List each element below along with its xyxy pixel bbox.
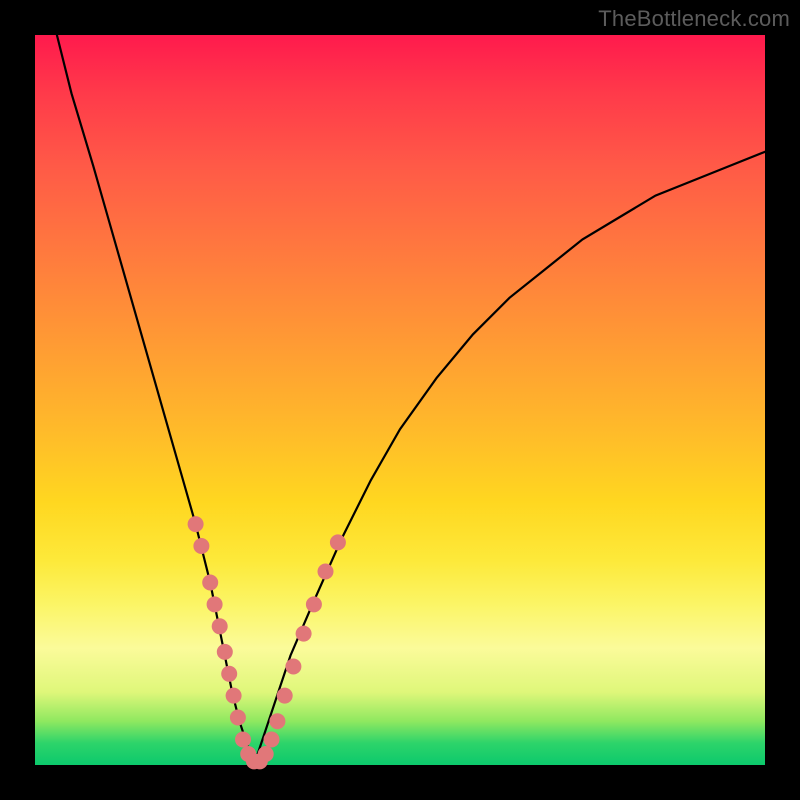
highlight-point: [306, 596, 322, 612]
highlight-point: [207, 596, 223, 612]
highlight-point: [296, 626, 312, 642]
highlight-point: [193, 538, 209, 554]
point-layer: [188, 516, 346, 769]
highlight-point: [285, 659, 301, 675]
highlight-point: [221, 666, 237, 682]
highlight-point: [277, 688, 293, 704]
highlight-point: [269, 713, 285, 729]
watermark-label: TheBottleneck.com: [598, 6, 790, 32]
highlight-point: [188, 516, 204, 532]
highlight-point: [202, 575, 218, 591]
highlight-point: [226, 688, 242, 704]
curve-right-branch: [254, 152, 765, 765]
highlight-point: [330, 534, 346, 550]
highlight-point: [235, 732, 251, 748]
highlight-point: [230, 710, 246, 726]
highlight-point: [264, 732, 280, 748]
plot-area: [35, 35, 765, 765]
highlight-point: [217, 644, 233, 660]
highlight-point: [212, 618, 228, 634]
chart-frame: TheBottleneck.com: [0, 0, 800, 800]
highlight-point: [258, 746, 274, 762]
highlight-point: [318, 564, 334, 580]
chart-svg: [35, 35, 765, 765]
curve-layer: [57, 35, 765, 765]
